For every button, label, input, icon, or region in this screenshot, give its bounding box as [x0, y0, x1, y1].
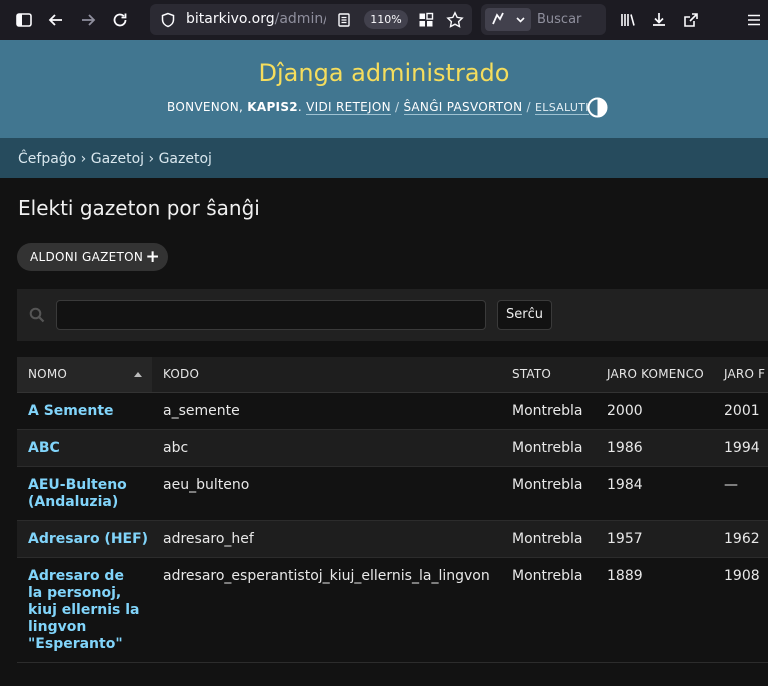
- cell-jaro-komenco: 2000: [596, 392, 713, 430]
- reader-icon[interactable]: [332, 8, 356, 32]
- shield-icon[interactable]: [156, 8, 180, 32]
- add-gazette-button[interactable]: ALDONI GAZETON +: [17, 243, 168, 271]
- cell-stato: Montrebla: [501, 520, 596, 558]
- table-row: A Semente a_semente Montrebla 2000 2001: [17, 392, 768, 430]
- reload-icon[interactable]: [108, 8, 132, 32]
- zoom-level[interactable]: 110%: [364, 10, 408, 29]
- table-row: AEU-Bulteno (Andaluzia) aeu_bulteno Mont…: [17, 466, 768, 521]
- cell-jaro-fino: 1994: [713, 429, 768, 467]
- url-text[interactable]: bitarkivo.org/admin/g: [186, 11, 326, 27]
- table-header-row: NOMO KODO STATO JARO KOMENCO JARO F: [17, 357, 768, 393]
- cell-stato: Montrebla: [501, 466, 596, 521]
- column-header-stato[interactable]: STATO: [501, 357, 596, 393]
- url-bar[interactable]: bitarkivo.org/admin/g 110%: [150, 4, 472, 35]
- site-branding[interactable]: Dĵanga administrado: [0, 59, 768, 87]
- results-table: NOMO KODO STATO JARO KOMENCO JARO F A Se…: [17, 357, 768, 663]
- download-icon[interactable]: [647, 8, 671, 32]
- search-button[interactable]: Serĉu: [497, 300, 552, 330]
- star-icon[interactable]: [443, 8, 467, 32]
- view-site-link[interactable]: VIDI RETEJON: [306, 100, 391, 115]
- logout-button[interactable]: ELSALUTI: [535, 101, 589, 115]
- cell-stato: Montrebla: [501, 429, 596, 467]
- column-header-jaro-komenco[interactable]: JARO KOMENCO: [596, 357, 713, 393]
- welcome-text: BONVENON,: [167, 100, 244, 114]
- cell-jaro-komenco: 1984: [596, 466, 713, 521]
- search-engine-icon[interactable]: [485, 8, 531, 31]
- cell-kodo: adresaro_esperantistoj_kiuj_ellernis_la_…: [152, 557, 501, 663]
- cell-kodo: aeu_bulteno: [152, 466, 501, 521]
- cell-nomo: AEU-Bulteno (Andaluzia): [17, 466, 152, 521]
- page-title: Elekti gazeton por ŝanĝi: [18, 196, 260, 220]
- search-input[interactable]: [56, 300, 486, 330]
- username: KAPIS2: [247, 100, 298, 114]
- search-icon: [29, 307, 45, 327]
- cell-stato: Montrebla: [501, 392, 596, 430]
- column-header-kodo[interactable]: KODO: [152, 357, 501, 393]
- plus-icon: +: [145, 247, 160, 267]
- gazette-link[interactable]: AEU-Bulteno (Andaluzia): [28, 477, 127, 510]
- cell-kodo: abc: [152, 429, 501, 467]
- cell-kodo: adresaro_hef: [152, 520, 501, 558]
- changelist-search-toolbar: Serĉu: [17, 289, 768, 341]
- add-gazette-label: ALDONI GAZETON: [30, 250, 144, 264]
- sidebar-icon[interactable]: [12, 8, 36, 32]
- gazette-link[interactable]: A Semente: [28, 403, 114, 419]
- sort-ascending-icon[interactable]: [134, 372, 142, 377]
- browser-toolbar: bitarkivo.org/admin/g 110% Buscar: [0, 0, 768, 40]
- theme-toggle-icon[interactable]: [587, 97, 608, 118]
- back-icon[interactable]: [44, 8, 68, 32]
- gazette-link[interactable]: Adresaro (HEF): [28, 531, 148, 547]
- menu-icon[interactable]: [742, 8, 766, 32]
- cell-nomo: Adresaro de la personoj, kiuj ellernis l…: [17, 557, 152, 663]
- browser-search-placeholder: Buscar: [537, 12, 582, 27]
- share-icon[interactable]: [679, 8, 703, 32]
- cell-jaro-komenco: 1889: [596, 557, 713, 663]
- table-row: Adresaro de la personoj, kiuj ellernis l…: [17, 557, 768, 663]
- gazette-link[interactable]: Adresaro de la personoj, kiuj ellernis l…: [28, 568, 139, 652]
- table-row: Adresaro (HEF) adresaro_hef Montrebla 19…: [17, 520, 768, 558]
- column-header-nomo[interactable]: NOMO: [17, 357, 152, 393]
- cell-kodo: a_semente: [152, 392, 501, 430]
- column-header-jaro-fino[interactable]: JARO F: [713, 357, 768, 393]
- forward-icon[interactable]: [76, 8, 100, 32]
- library-icon[interactable]: [616, 8, 640, 32]
- cell-jaro-fino: 1962: [713, 520, 768, 558]
- cell-jaro-komenco: 1986: [596, 429, 713, 467]
- cell-nomo: A Semente: [17, 392, 152, 430]
- browser-search-bar[interactable]: Buscar: [481, 4, 606, 35]
- breadcrumb[interactable]: Ĉefpaĝo › Gazetoj › Gazetoj: [0, 138, 768, 178]
- cell-jaro-fino: 2001: [713, 392, 768, 430]
- cell-jaro-fino: —: [713, 466, 768, 521]
- cell-stato: Montrebla: [501, 557, 596, 663]
- table-row: ABC abc Montrebla 1986 1994: [17, 429, 768, 467]
- cell-jaro-komenco: 1957: [596, 520, 713, 558]
- cell-nomo: ABC: [17, 429, 152, 467]
- site-header: Dĵanga administrado BONVENON, KAPIS2. VI…: [0, 40, 768, 138]
- extensions-grid-icon[interactable]: [414, 8, 438, 32]
- change-password-link[interactable]: ŜANĜI PASVORTON: [403, 100, 523, 115]
- user-tools: BONVENON, KAPIS2. VIDI RETEJON / ŜANĜI P…: [167, 100, 589, 115]
- gazette-link[interactable]: ABC: [28, 440, 60, 456]
- cell-jaro-fino: 1908: [713, 557, 768, 663]
- cell-nomo: Adresaro (HEF): [17, 520, 152, 558]
